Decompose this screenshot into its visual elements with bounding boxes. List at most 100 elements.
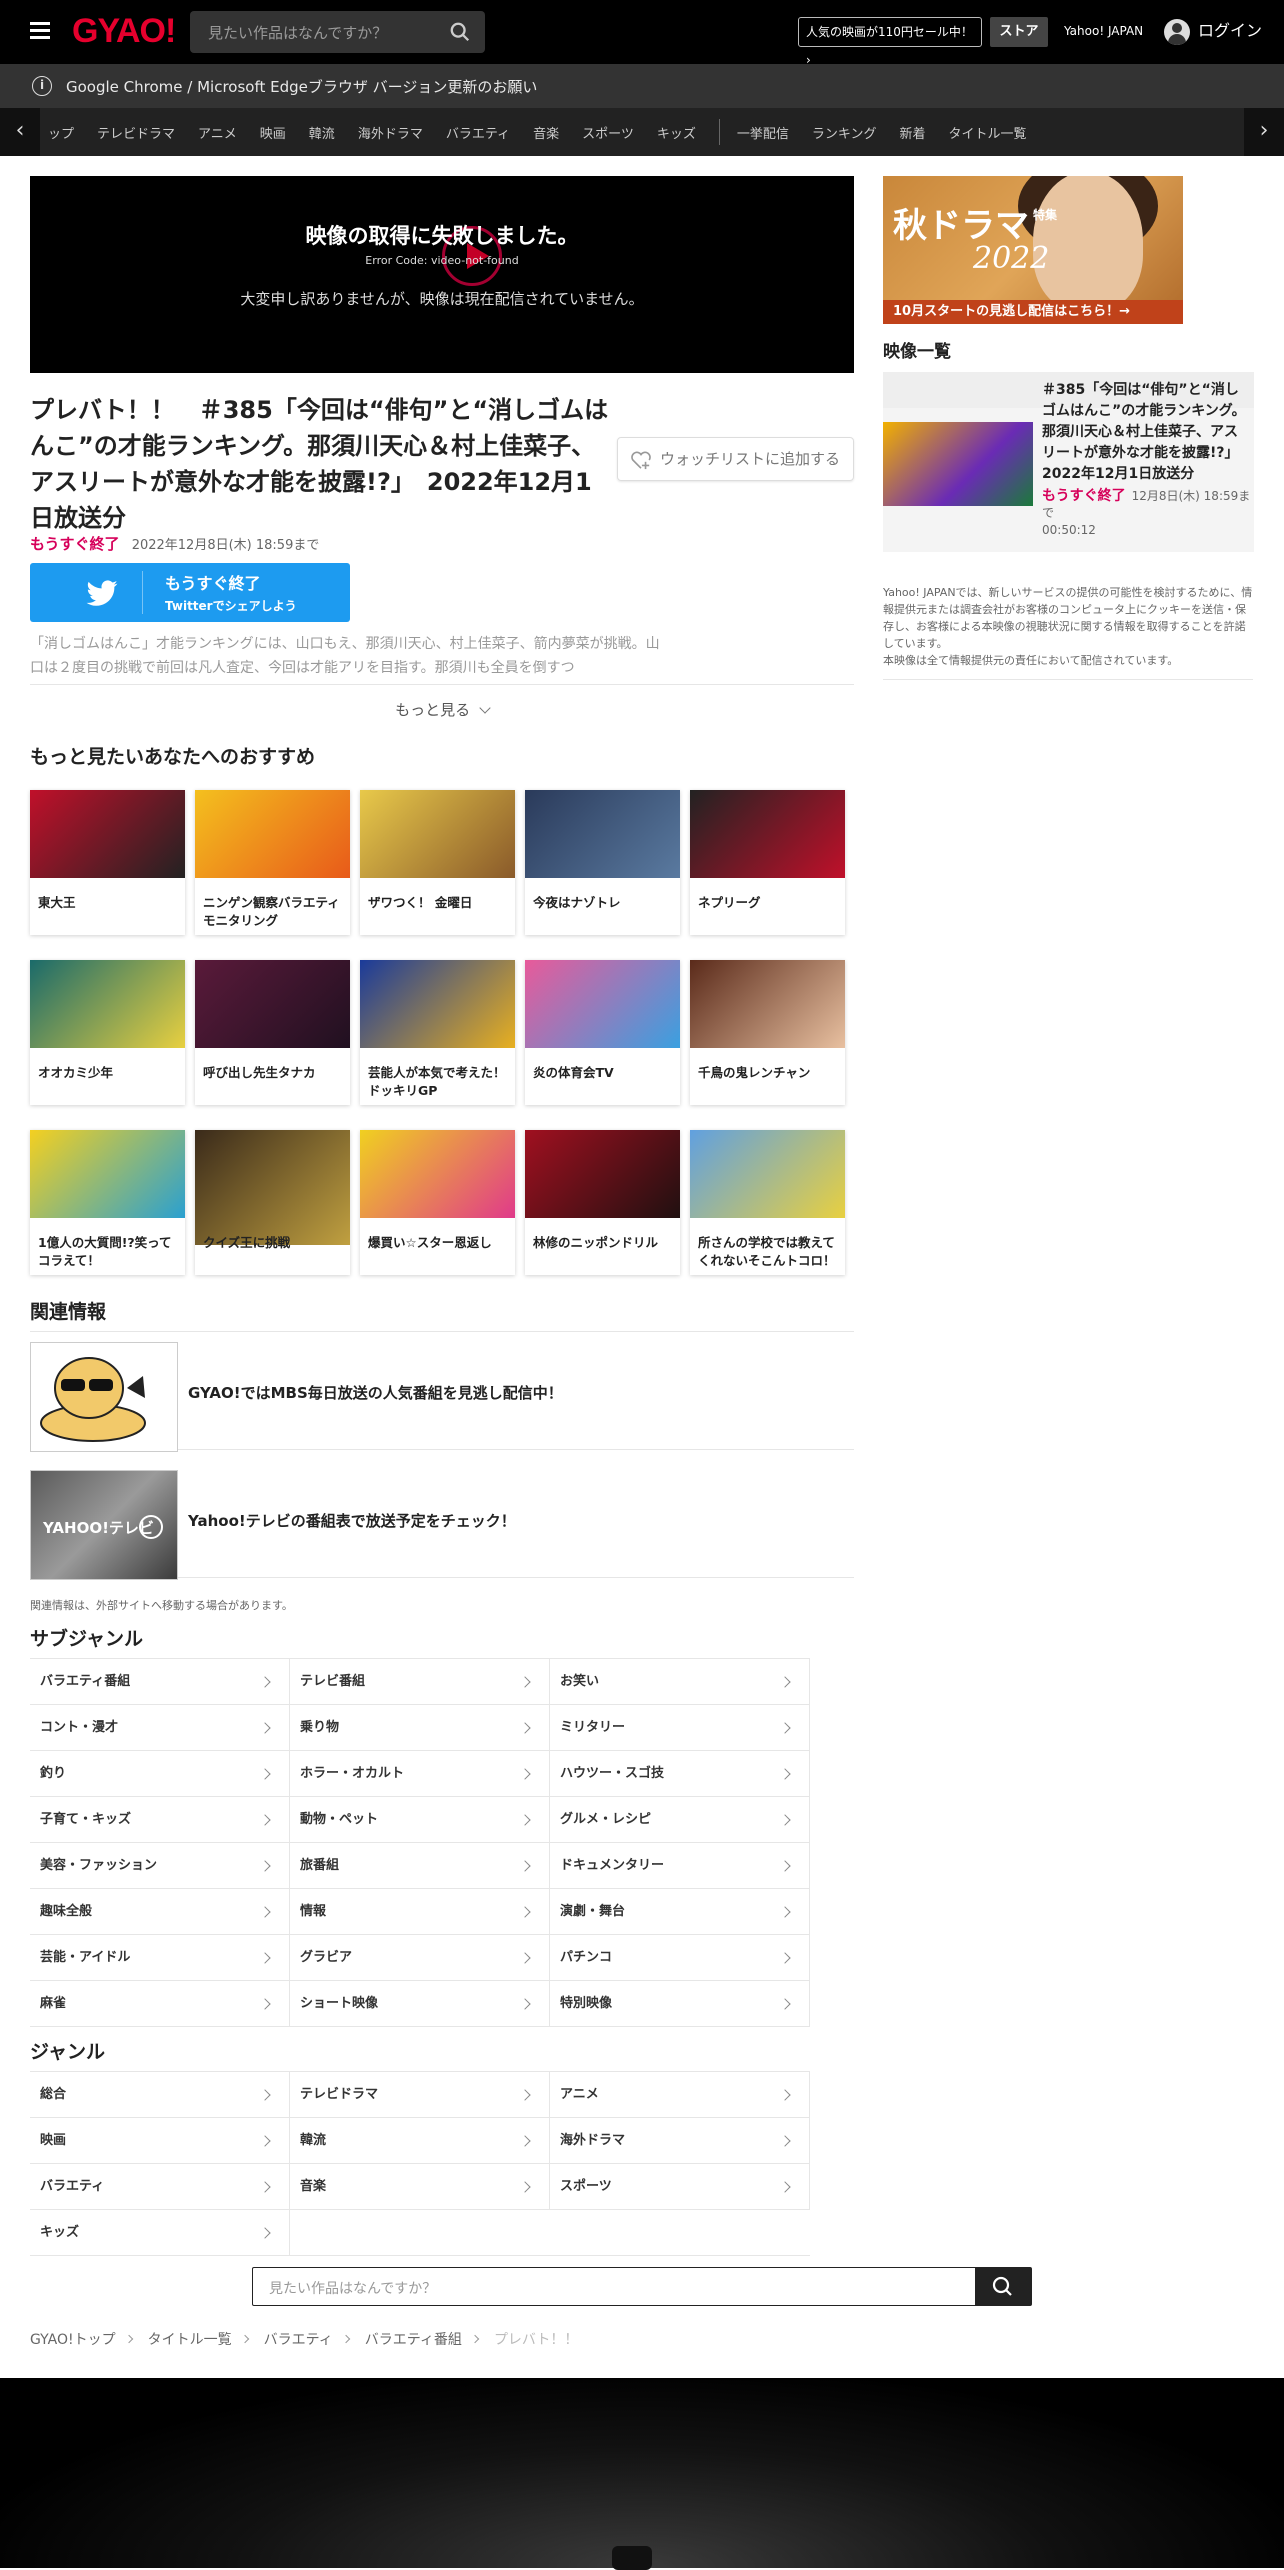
subgenre-link[interactable]: コント・漫才 (30, 1705, 290, 1751)
recommend-card[interactable]: 千鳥の鬼レンチャン (690, 960, 845, 1105)
recommend-card[interactable]: 呼び出し先生タナカ (195, 960, 350, 1105)
nav-item[interactable]: 音楽 (533, 123, 559, 142)
subgenre-link[interactable]: 子育て・キッズ (30, 1797, 290, 1843)
menu-icon[interactable] (30, 22, 50, 42)
bottom-search-button[interactable] (975, 2268, 1031, 2305)
subgenre-link[interactable]: 旅番組 (290, 1843, 550, 1889)
recommend-card[interactable]: 所さんの学校では教えてくれないそこんトコロ！ (690, 1130, 845, 1275)
nav-item[interactable]: 韓流 (309, 123, 335, 142)
login-button[interactable]: ログイン (1164, 18, 1262, 45)
show-more-button[interactable]: もっと見る (30, 684, 854, 720)
footer-tab[interactable] (612, 2546, 652, 2570)
twitter-share-button[interactable]: もうすぐ終了 Twitterでシェアしよう (30, 563, 350, 622)
nav-item[interactable]: ップ (48, 123, 74, 142)
subgenre-link[interactable]: ドキュメンタリー (550, 1843, 810, 1889)
genre-link[interactable]: アニメ (550, 2072, 810, 2118)
genre-link[interactable]: 映画 (30, 2118, 290, 2164)
related-item[interactable]: YAHOO!テレビ Yahoo!テレビの番組表で放送予定をチェック！ (30, 1466, 854, 1580)
video-list-heading: 映像一覧 (883, 342, 951, 362)
grid-row: バラエティ番組 テレビ番組 お笑い (30, 1659, 810, 1705)
bottom-search-input[interactable]: 見たい作品はなんですか？ (252, 2267, 1032, 2306)
subgenre-link[interactable]: バラエティ番組 (30, 1659, 290, 1705)
nav-item[interactable]: 海外ドラマ (358, 123, 423, 142)
banner-tokushu: 特集 (1033, 208, 1058, 222)
subgenre-link[interactable]: テレビ番組 (290, 1659, 550, 1705)
subgenre-link[interactable]: 特別映像 (550, 1981, 810, 2027)
subgenre-link[interactable]: お笑い (550, 1659, 810, 1705)
recommend-title: 芸能人が本気で考えた！ドッキリGP (368, 1065, 506, 1098)
recommend-card[interactable]: ネプリーグ (690, 790, 845, 935)
nav-item[interactable]: スポーツ (582, 123, 634, 142)
breadcrumb-item[interactable]: バラエティ (264, 2329, 333, 2349)
search-icon[interactable] (449, 21, 471, 43)
genre-link[interactable]: テレビドラマ (290, 2072, 550, 2118)
subgenre-link[interactable]: 情報 (290, 1889, 550, 1935)
subgenre-link[interactable]: ショート映像 (290, 1981, 550, 2027)
gyao-logo[interactable]: GYAO! (72, 12, 176, 51)
subgenre-link[interactable]: 趣味全般 (30, 1889, 290, 1935)
subgenre-link[interactable]: ミリタリー (550, 1705, 810, 1751)
recommend-card[interactable]: 炎の体育会TV (525, 960, 680, 1105)
recommend-card[interactable]: 1億人の大質問!?笑ってコラえて！ (30, 1130, 185, 1275)
genre-link[interactable]: キッズ (30, 2210, 290, 2256)
genre-link[interactable]: 音楽 (290, 2164, 550, 2210)
yahoo-japan-link[interactable]: Yahoo! JAPAN (1064, 24, 1143, 38)
subgenre-link[interactable]: 動物・ペット (290, 1797, 550, 1843)
subgenre-link[interactable]: グラビア (290, 1935, 550, 1981)
nav-prev-icon[interactable]: ‹ (0, 108, 40, 156)
subgenre-link[interactable]: 芸能・アイドル (30, 1935, 290, 1981)
subgenre-link[interactable]: 麻雀 (30, 1981, 290, 2027)
browser-notice[interactable]: i Google Chrome / Microsoft Edgeブラウザ バージ… (0, 64, 1284, 108)
nav-item[interactable]: キッズ (657, 123, 696, 142)
grid-row: 映画 韓流 海外ドラマ (30, 2118, 810, 2164)
nav-item[interactable]: ランキング (812, 123, 877, 142)
grid-row: 趣味全般 情報 演劇・舞台 (30, 1889, 810, 1935)
genre-link[interactable]: 総合 (30, 2072, 290, 2118)
subgenre-link[interactable]: パチンコ (550, 1935, 810, 1981)
nav-item[interactable]: アニメ (198, 123, 237, 142)
promo-link[interactable]: 人気の映画が110円セール中！ › (798, 17, 982, 67)
recommend-card[interactable]: 爆買い☆スター恩返し (360, 1130, 515, 1275)
store-button[interactable]: ストア (990, 17, 1048, 47)
nav-item[interactable]: テレビドラマ (97, 123, 175, 142)
subgenre-link[interactable]: 釣り (30, 1751, 290, 1797)
related-heading: 関連情報 (30, 1301, 107, 1323)
nav-item[interactable]: 新着 (899, 123, 925, 142)
recommend-title: ネプリーグ (698, 895, 761, 910)
nav-item[interactable]: タイトル一覧 (949, 123, 1027, 142)
video-list-item[interactable]: ＃385「今回は“俳句”と“消しゴムはんこ”の才能ランキング。那須川天心＆村上佳… (883, 372, 1254, 552)
subgenre-link[interactable]: 演劇・舞台 (550, 1889, 810, 1935)
subgenre-link[interactable]: ハウツー・スゴ技 (550, 1751, 810, 1797)
subgenre-link[interactable]: グルメ・レシピ (550, 1797, 810, 1843)
search-input[interactable]: 見たい作品はなんですか？ (190, 11, 485, 53)
related-item[interactable]: GYAO!ではMBS毎日放送の人気番組を見逃し配信中！ (30, 1338, 854, 1452)
breadcrumb-item[interactable]: タイトル一覧 (148, 2329, 232, 2349)
recommend-card[interactable]: 林修のニッポンドリル (525, 1130, 680, 1275)
nav-item[interactable]: 一挙配信 (737, 123, 789, 142)
recommend-card[interactable]: ニンゲン観察バラエティ モニタリング (195, 790, 350, 935)
video-player[interactable]: 映像の取得に失敗しました。 Error Code: video-not-foun… (30, 176, 854, 373)
recommend-thumbnail (690, 960, 845, 1048)
recommend-card[interactable]: 芸能人が本気で考えた！ドッキリGP (360, 960, 515, 1105)
breadcrumb-item[interactable]: バラエティ番組 (365, 2329, 462, 2349)
watchlist-button[interactable]: ウォッチリストに追加する (617, 437, 854, 481)
breadcrumb-item[interactable]: GYAO!トップ (30, 2329, 116, 2349)
recommend-thumbnail (360, 960, 515, 1048)
subgenre-link[interactable]: ホラー・オカルト (290, 1751, 550, 1797)
nav-next-icon[interactable]: › (1244, 108, 1284, 156)
genre-link[interactable]: 海外ドラマ (550, 2118, 810, 2164)
recommend-card[interactable]: 今夜はナゾトレ (525, 790, 680, 935)
nav-item[interactable]: 映画 (260, 123, 286, 142)
banner-title: 秋ドラマ (893, 206, 1029, 246)
recommend-card[interactable]: 東大王 (30, 790, 185, 935)
genre-link[interactable]: 韓流 (290, 2118, 550, 2164)
autumn-drama-banner[interactable]: 秋ドラマ 特集 2022 10月スタートの見逃し配信はこちら！→ (883, 176, 1183, 324)
recommend-card[interactable]: ザワつく！ 金曜日 (360, 790, 515, 935)
genre-link[interactable]: スポーツ (550, 2164, 810, 2210)
genre-link[interactable]: バラエティ (30, 2164, 290, 2210)
nav-item[interactable]: バラエティ (446, 123, 510, 142)
recommend-card[interactable]: オオカミ少年 (30, 960, 185, 1105)
subgenre-link[interactable]: 美容・ファッション (30, 1843, 290, 1889)
recommend-card[interactable]: クイズ王に挑戦 (195, 1130, 350, 1275)
subgenre-link[interactable]: 乗り物 (290, 1705, 550, 1751)
